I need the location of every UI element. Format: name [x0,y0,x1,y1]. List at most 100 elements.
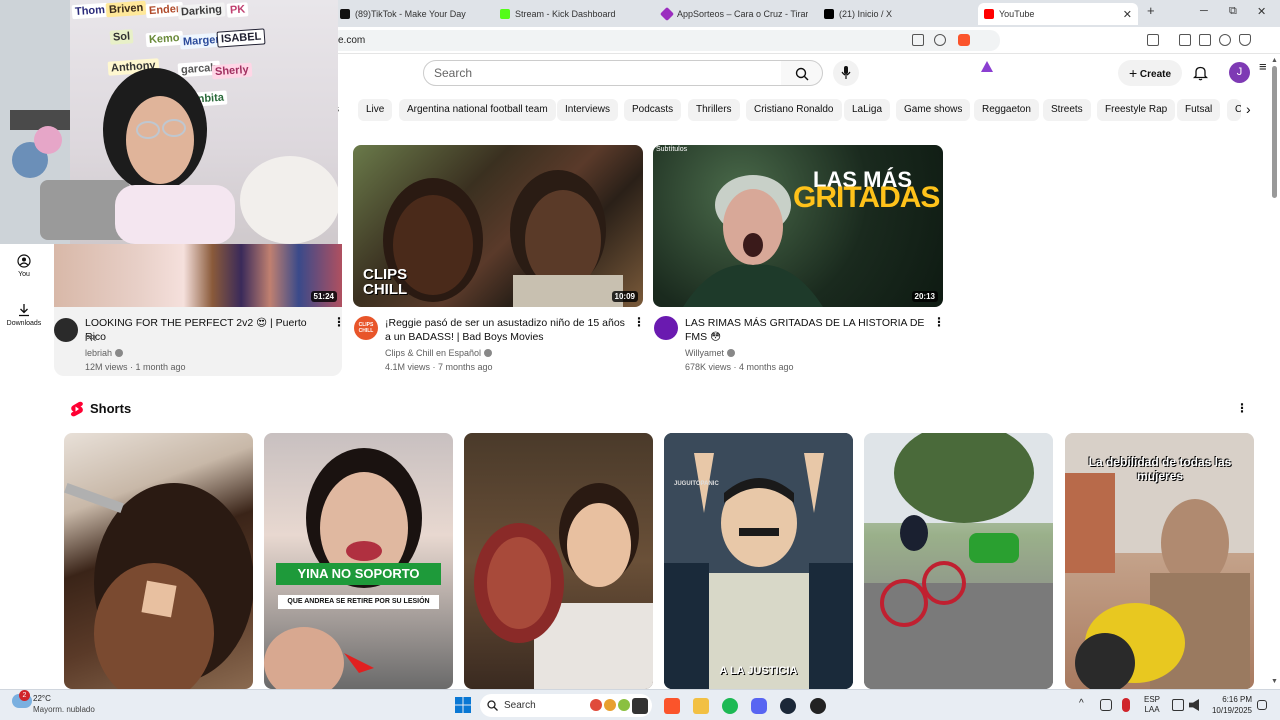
video-thumbnail[interactable]: LAS MÁS GRITADAS Subtítulos 20:13 [653,145,943,307]
chevron-right-icon[interactable]: › [1246,101,1251,117]
subtitles-tag: Subtítulos [656,146,688,153]
upload-age: 4 months ago [739,362,794,372]
shorts-more-options-icon[interactable]: ⋮ [1236,401,1248,415]
guide-you[interactable]: You [0,254,48,278]
short-art [474,483,653,689]
share-icon[interactable] [934,34,946,46]
scroll-up-icon[interactable]: ▲ [1271,57,1278,64]
screen-icon[interactable] [912,34,924,46]
tab-kick[interactable]: Stream - Kick Dashboard [494,3,644,25]
maximize-button[interactable]: ⧉ [1229,5,1237,18]
vpn-shield-icon[interactable] [1239,34,1251,46]
chip[interactable]: Game shows [896,99,971,121]
search-input[interactable]: Search [423,60,782,86]
windows-start-icon[interactable] [455,697,471,713]
task-view-icon[interactable] [632,698,648,714]
upload-age: 7 months ago [438,362,493,372]
tab-youtube[interactable]: YouTube ✕ [978,3,1138,25]
display-icon[interactable] [1172,699,1184,711]
channel-name-row[interactable]: Clips & Chill en Español [385,348,493,358]
discord-icon[interactable] [751,698,767,714]
language-indicator[interactable]: ESP LAA [1144,695,1160,715]
close-window-button[interactable]: ✕ [1257,5,1266,18]
video-thumbnail[interactable]: 51:24 [54,244,342,307]
short-card[interactable]: La debilidad de todas las mujeres [1065,433,1254,689]
close-tab-icon[interactable]: ✕ [1123,8,1132,21]
short-card[interactable] [864,433,1053,689]
taskbar-search[interactable]: Search [480,694,652,717]
steam-icon[interactable] [780,698,796,714]
channel-name-row[interactable]: Willyamet [685,348,736,358]
clock[interactable]: 6:16 PM 10/19/2025 [1208,694,1252,716]
search-highlight-icon [604,699,616,711]
brave-browser-icon[interactable] [664,698,680,714]
account-avatar[interactable]: J [1229,62,1250,83]
short-card[interactable]: JUGUITOPANIC A LA JUSTICIA [664,433,853,689]
short-card[interactable] [464,433,653,689]
leo-ai-icon[interactable] [1219,34,1231,46]
channel-name: Willyamet [685,348,725,358]
channel-avatar[interactable]: CLIPS CHILL [354,316,378,340]
video-title[interactable]: ¡Reggie pasó de ser un asustadizo niño d… [385,316,633,344]
microphone-icon[interactable] [1122,698,1130,712]
network-off-icon[interactable] [1100,699,1112,711]
menu-icon[interactable]: ≡ [1259,59,1267,74]
search-button[interactable] [781,60,823,86]
channel-avatar[interactable] [54,318,78,342]
scrollbar-thumb[interactable] [1272,66,1277,198]
notification-icon[interactable] [1257,700,1267,710]
microphone-icon [841,66,851,79]
weather-badge: 2 [19,690,30,701]
short-overlay-text: YINA NO SOPORTO [276,563,441,585]
chip[interactable]: Thrillers [688,99,740,121]
chip[interactable]: Streets [1043,99,1091,121]
sidebar-icon[interactable] [1179,34,1191,46]
chip[interactable]: Live [358,99,393,121]
spotify-icon[interactable] [722,698,738,714]
new-tab-button[interactable]: + [1147,3,1155,18]
chip[interactable]: Interviews [557,99,619,121]
minimize-button[interactable]: ─ [1200,5,1208,17]
channel-name-row[interactable]: lebriah [85,348,124,358]
short-overlay-subtext: QUE ANDREA SE RETIRE POR SU LESIÓN [278,595,439,609]
chip[interactable]: LaLiga [844,99,891,121]
chip[interactable]: Reggaeton [974,99,1039,121]
user-circle-icon [17,254,31,268]
voice-search-button[interactable] [833,60,859,86]
file-explorer-icon[interactable] [693,698,709,714]
obs-icon[interactable] [810,698,826,714]
more-options-icon[interactable]: ⋮ [333,315,345,329]
weather-temp[interactable]: 22°C [33,694,51,703]
brave-shield-icon[interactable] [958,34,970,46]
tab-tiktok[interactable]: (89)TikTok - Make Your Day [334,3,484,25]
short-card[interactable]: YINA NO SOPORTO QUE ANDREA SE RETIRE POR… [264,433,453,689]
tab-title: YouTube [999,9,1035,19]
chip[interactable]: Argentina national football team [399,99,556,121]
more-options-icon[interactable]: ⋮ [633,315,645,329]
scroll-down-icon[interactable]: ▼ [1271,678,1278,685]
chip[interactable]: Podcasts [624,99,682,121]
more-options-icon[interactable]: ⋮ [933,315,945,329]
channel-avatar[interactable] [654,316,678,340]
create-button[interactable]: + Create [1118,60,1182,86]
weather-desc[interactable]: Mayorm. nublado [33,705,95,714]
chip[interactable]: C [1227,99,1241,121]
brave-rewards-icon[interactable] [981,61,993,72]
short-art [664,433,853,689]
notifications-bell-icon[interactable] [1193,65,1208,81]
video-thumbnail[interactable]: CLIPS CHILL 10:09 [353,145,643,307]
chip[interactable]: Freestyle Rap [1097,99,1176,121]
speaker-icon[interactable] [1189,699,1199,711]
guide-downloads[interactable]: Downloads [0,303,48,327]
tab-appsorteos[interactable]: AppSorteos – Cara o Cruz - Tirar una [656,3,808,25]
short-card[interactable] [64,433,253,689]
chip[interactable]: Futsal [1177,99,1221,121]
video-title[interactable]: LAS RIMAS MÁS GRITADAS DE LA HISTORIA DE… [685,316,925,344]
chevron-up-icon[interactable]: ^ [1079,698,1084,709]
reading-list-icon[interactable] [1147,34,1159,46]
tab-x[interactable]: (21) Inicio / X [818,3,968,25]
video-title[interactable]: LOOKING FOR THE PERFECT 2v2 😍 | Puerto R… [85,316,330,344]
wallet-icon[interactable] [1199,34,1211,46]
address-bar[interactable]: e.com [330,30,1000,51]
chip[interactable]: Cristiano Ronaldo [746,99,842,121]
